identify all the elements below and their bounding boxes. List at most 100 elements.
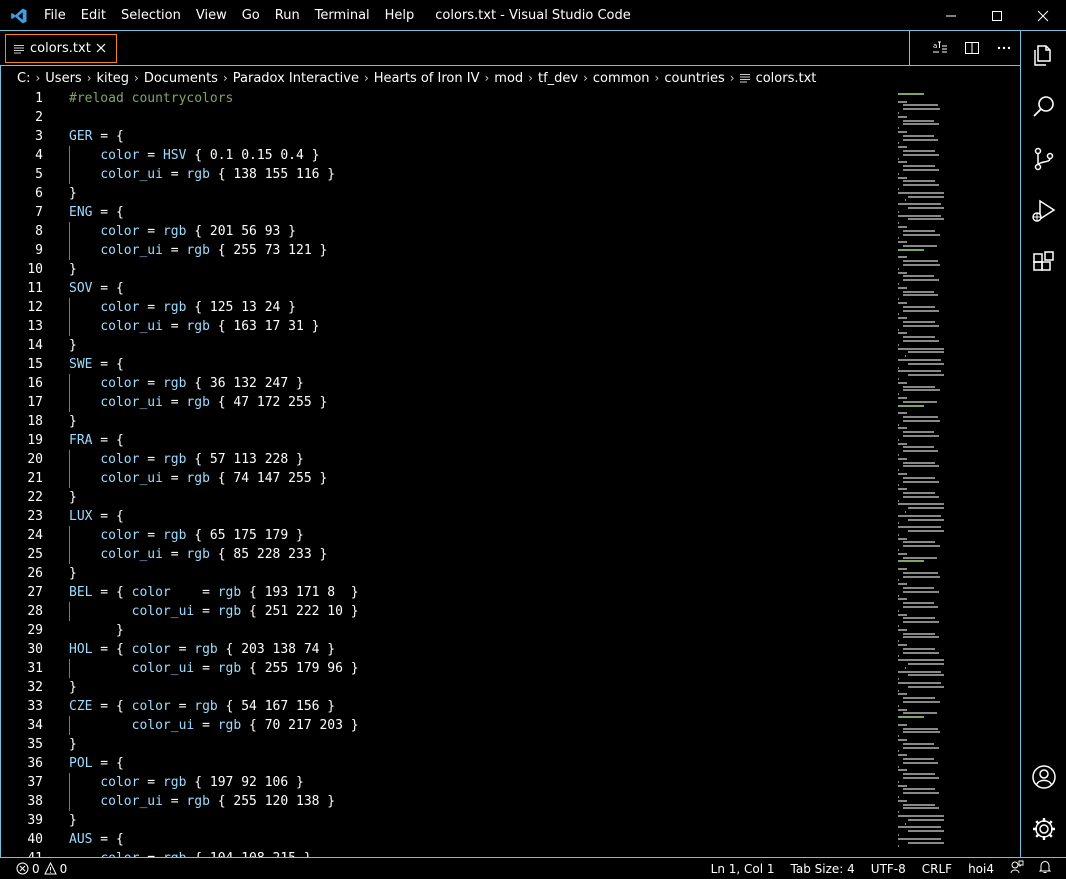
breadcrumb-item[interactable]: Documents [144,71,218,86]
minimap-line [902,336,936,339]
manage-button[interactable] [1021,805,1066,853]
breadcrumb-item[interactable]: Paradox Interactive [233,71,359,86]
code-line[interactable]: 12 color = rgb { 125 13 24 } [0,298,895,317]
minimap-line [907,818,944,821]
problems-status[interactable]: 0 0 [16,858,67,879]
code-line[interactable]: 24 color = rgb { 65 175 179 } [0,526,895,545]
code-line[interactable]: 32} [0,678,895,697]
code-line[interactable]: 30 HOL = { color = rgb { 203 138 74 } [0,640,895,659]
code-line[interactable]: 38 color_ui = rgb { 255 120 138 } [0,792,895,811]
code-line[interactable]: 28 color_ui = rgb { 251 222 10 } [0,602,895,621]
minimize-icon [946,15,956,16]
menu-file[interactable]: File [44,8,66,23]
more-actions-button[interactable] [988,31,1020,65]
accounts-button[interactable] [1021,753,1066,801]
menu-terminal[interactable]: Terminal [315,8,370,23]
extensions-button[interactable] [1021,239,1066,287]
breadcrumb-item[interactable]: colors.txt [756,71,817,86]
minimap-line [902,450,938,453]
code-line[interactable]: 2 [0,108,895,127]
code-line[interactable]: 16 color = rgb { 36 132 247 } [0,374,895,393]
code-line[interactable]: 8 color = rgb { 201 56 93 } [0,222,895,241]
code-line[interactable]: 5 color_ui = rgb { 138 155 116 } [0,165,895,184]
menu-view[interactable]: View [196,8,227,23]
menu-run[interactable]: Run [275,8,300,23]
code-line[interactable]: 36 POL = { [0,754,895,773]
minimize-button[interactable] [928,0,974,31]
code-line[interactable]: 9 color_ui = rgb { 255 73 121 } [0,241,895,260]
code-line[interactable]: 3 GER = { [0,127,895,146]
minimap-line [898,442,907,445]
breadcrumb-item[interactable]: Users [45,71,81,86]
menu-selection[interactable]: Selection [121,8,181,23]
close-tab-icon[interactable] [94,41,108,55]
breadcrumb-item[interactable]: common [593,71,650,86]
code-line[interactable]: 18} [0,412,895,431]
minimap[interactable] [898,89,958,857]
code-line[interactable]: 37 color = rgb { 197 92 106 } [0,773,895,792]
code-line[interactable]: 11 SOV = { [0,279,895,298]
breadcrumb-item[interactable]: C: [17,71,30,86]
breadcrumb-item[interactable]: Hearts of Iron IV [374,71,480,86]
code-text: color_ui = rgb { 138 155 116 } [100,167,336,182]
breadcrumb-item[interactable]: mod [494,71,523,86]
language-mode[interactable]: hoi4 [968,862,994,876]
code-text: color_ui = rgb { 85 228 233 } [100,547,328,562]
code-line[interactable]: 41 color = rgb { 104 108 215 } [0,849,895,857]
minimap-line [898,670,941,673]
explorer-button[interactable] [1021,31,1066,79]
code-line[interactable]: 33 CZE = { color = rgb { 54 167 156 } [0,697,895,716]
code-line[interactable]: 7 ENG = { [0,203,895,222]
code-line[interactable]: 35} [0,735,895,754]
minimap-line [907,195,944,198]
search-button[interactable] [1021,83,1066,131]
code-line[interactable]: 20 color = rgb { 57 113 228 } [0,450,895,469]
code-line[interactable]: 6} [0,184,895,203]
code-line[interactable]: 13 color_ui = rgb { 163 17 31 } [0,317,895,336]
line-number: 27 [27,585,43,600]
code-line[interactable]: 40 AUS = { [0,830,895,849]
breadcrumb-item[interactable]: countries [664,71,724,86]
chevron-right-icon: › [528,71,533,85]
file-encoding[interactable]: UTF-8 [871,862,906,876]
editor[interactable]: 1 #reload countrycolors 2 3 GER = {4 color =… [0,89,1020,857]
breadcrumb-item[interactable]: kiteg [97,71,130,86]
open-changes-button[interactable]: a [924,31,956,65]
tab-colors-txt[interactable]: colors.txt [5,34,117,63]
code-line[interactable]: 22} [0,488,895,507]
code-line[interactable]: 31 color_ui = rgb { 255 179 96 } [0,659,895,678]
tab-size[interactable]: Tab Size: 4 [791,862,855,876]
code-line[interactable]: 26} [0,564,895,583]
feedback-button[interactable] [1010,860,1024,877]
source-control-button[interactable] [1021,135,1066,183]
code-line[interactable]: 29 } [0,621,895,640]
end-of-line[interactable]: CRLF [922,862,952,876]
code-line[interactable]: 19 FRA = { [0,431,895,450]
minimap-line [898,784,907,787]
code-line[interactable]: 10} [0,260,895,279]
cursor-position[interactable]: Ln 1, Col 1 [711,862,775,876]
split-editor-button[interactable] [956,31,988,65]
code-line[interactable]: 27 BEL = { color = rgb { 193 171 8 } [0,583,895,602]
minimap-line [898,735,900,738]
menu-go[interactable]: Go [242,8,260,23]
minimap-line [898,241,907,244]
maximize-button[interactable] [974,0,1020,31]
code-line[interactable]: 23 LUX = { [0,507,895,526]
code-line[interactable]: 39} [0,811,895,830]
breadcrumb-item[interactable]: tf_dev [538,71,578,86]
close-window-button[interactable] [1020,0,1066,31]
code-line[interactable]: 4 color = HSV { 0.1 0.15 0.4 } [0,146,895,165]
minimap-line [902,446,935,449]
run-debug-button[interactable] [1021,187,1066,235]
menu-edit[interactable]: Edit [81,8,106,23]
code-line[interactable]: 1 #reload countrycolors [0,89,895,108]
code-line[interactable]: 34 color_ui = rgb { 70 217 203 } [0,716,895,735]
code-line[interactable]: 21 color_ui = rgb { 74 147 255 } [0,469,895,488]
code-line[interactable]: 17 color_ui = rgb { 47 172 255 } [0,393,895,412]
code-line[interactable]: 25 color_ui = rgb { 85 228 233 } [0,545,895,564]
notifications-button[interactable] [1038,860,1052,877]
menu-help[interactable]: Help [385,8,415,23]
code-line[interactable]: 15 SWE = { [0,355,895,374]
code-line[interactable]: 14} [0,336,895,355]
